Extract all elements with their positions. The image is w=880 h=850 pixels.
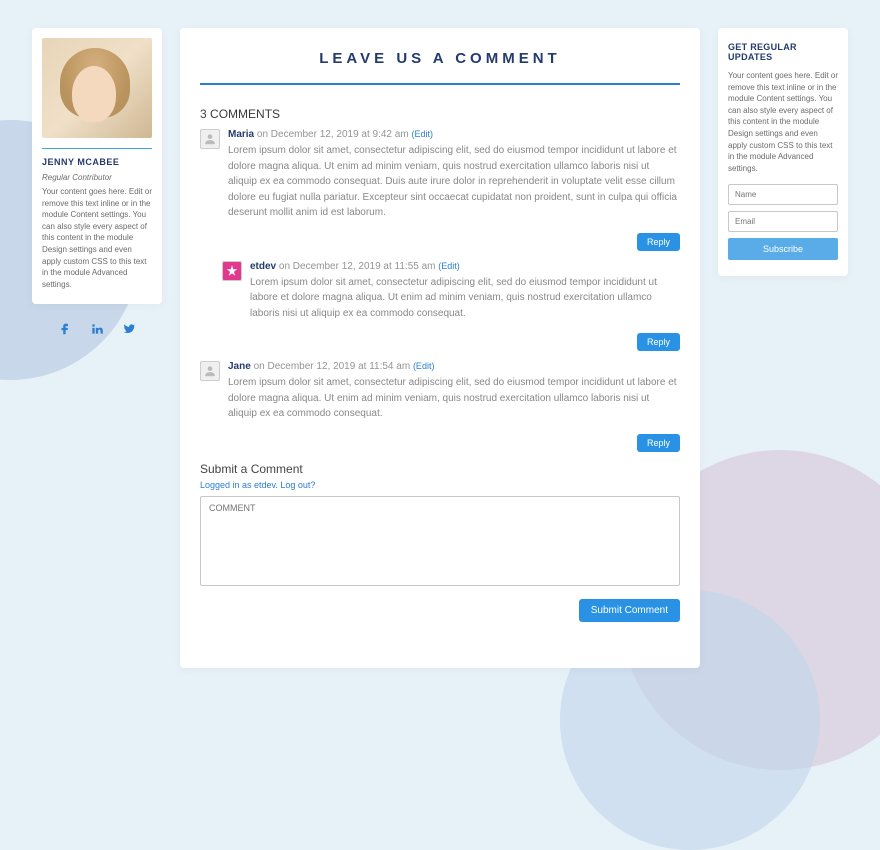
comment-text: Lorem ipsum dolor sit amet, consectetur …	[228, 375, 680, 422]
profile-description: Your content goes here. Edit or remove t…	[42, 186, 152, 290]
comment-text: Lorem ipsum dolor sit amet, consectetur …	[228, 143, 680, 221]
social-links	[58, 322, 136, 341]
submit-comment-button[interactable]: Submit Comment	[579, 599, 680, 622]
submit-heading: Submit a Comment	[200, 462, 680, 476]
title-divider	[200, 83, 680, 85]
profile-divider	[42, 148, 152, 149]
comment-date: on December 12, 2019 at 11:55 am	[276, 261, 438, 272]
comment-meta: etdev on December 12, 2019 at 11:55 am (…	[250, 261, 680, 272]
profile-avatar	[42, 38, 152, 138]
subscribe-button[interactable]: Subscribe	[728, 238, 838, 260]
comment-avatar	[200, 361, 220, 381]
comments-count: 3	[200, 107, 207, 121]
comments-label: COMMENTS	[210, 107, 280, 121]
comment-edit-link[interactable]: (Edit)	[411, 129, 433, 139]
comments-list: Maria on December 12, 2019 at 9:42 am (E…	[200, 129, 680, 452]
comment-date: on December 12, 2019 at 9:42 am	[254, 129, 411, 140]
comment-date: on December 12, 2019 at 11:54 am	[251, 361, 413, 372]
comment-item: Maria on December 12, 2019 at 9:42 am (E…	[200, 129, 680, 227]
updates-card: GET REGULAR UPDATES Your content goes he…	[718, 28, 848, 276]
comment-author[interactable]: Maria	[228, 129, 254, 140]
profile-name: JENNY MCABEE	[42, 157, 152, 167]
reply-button[interactable]: Reply	[637, 434, 680, 452]
linkedin-icon[interactable]	[90, 322, 104, 341]
reply-button[interactable]: Reply	[637, 233, 680, 251]
name-input[interactable]	[728, 184, 838, 205]
updates-title: GET REGULAR UPDATES	[728, 42, 838, 62]
comment-author[interactable]: Jane	[228, 361, 251, 372]
twitter-icon[interactable]	[122, 322, 136, 341]
page-title: LEAVE US A COMMENT	[200, 50, 680, 67]
comment-avatar	[222, 261, 242, 281]
comment-meta: Maria on December 12, 2019 at 9:42 am (E…	[228, 129, 680, 140]
comment-edit-link[interactable]: (Edit)	[438, 261, 460, 271]
profile-card: JENNY MCABEE Regular Contributor Your co…	[32, 28, 162, 304]
comment-edit-link[interactable]: (Edit)	[413, 361, 435, 371]
comment-item: Jane on December 12, 2019 at 11:54 am (E…	[200, 361, 680, 428]
comment-item: etdev on December 12, 2019 at 11:55 am (…	[222, 261, 680, 328]
comment-textarea[interactable]	[200, 496, 680, 586]
comment-meta: Jane on December 12, 2019 at 11:54 am (E…	[228, 361, 680, 372]
facebook-icon[interactable]	[58, 322, 72, 341]
main-content: LEAVE US A COMMENT 3 COMMENTS Maria on D…	[180, 28, 700, 668]
profile-role: Regular Contributor	[42, 173, 152, 182]
email-input[interactable]	[728, 211, 838, 232]
comments-heading: 3 COMMENTS	[200, 107, 680, 121]
login-info[interactable]: Logged in as etdev. Log out?	[200, 480, 680, 490]
comment-text: Lorem ipsum dolor sit amet, consectetur …	[250, 275, 680, 322]
comment-author[interactable]: etdev	[250, 261, 276, 272]
comment-avatar	[200, 129, 220, 149]
reply-button[interactable]: Reply	[637, 333, 680, 351]
updates-description: Your content goes here. Edit or remove t…	[728, 70, 838, 174]
